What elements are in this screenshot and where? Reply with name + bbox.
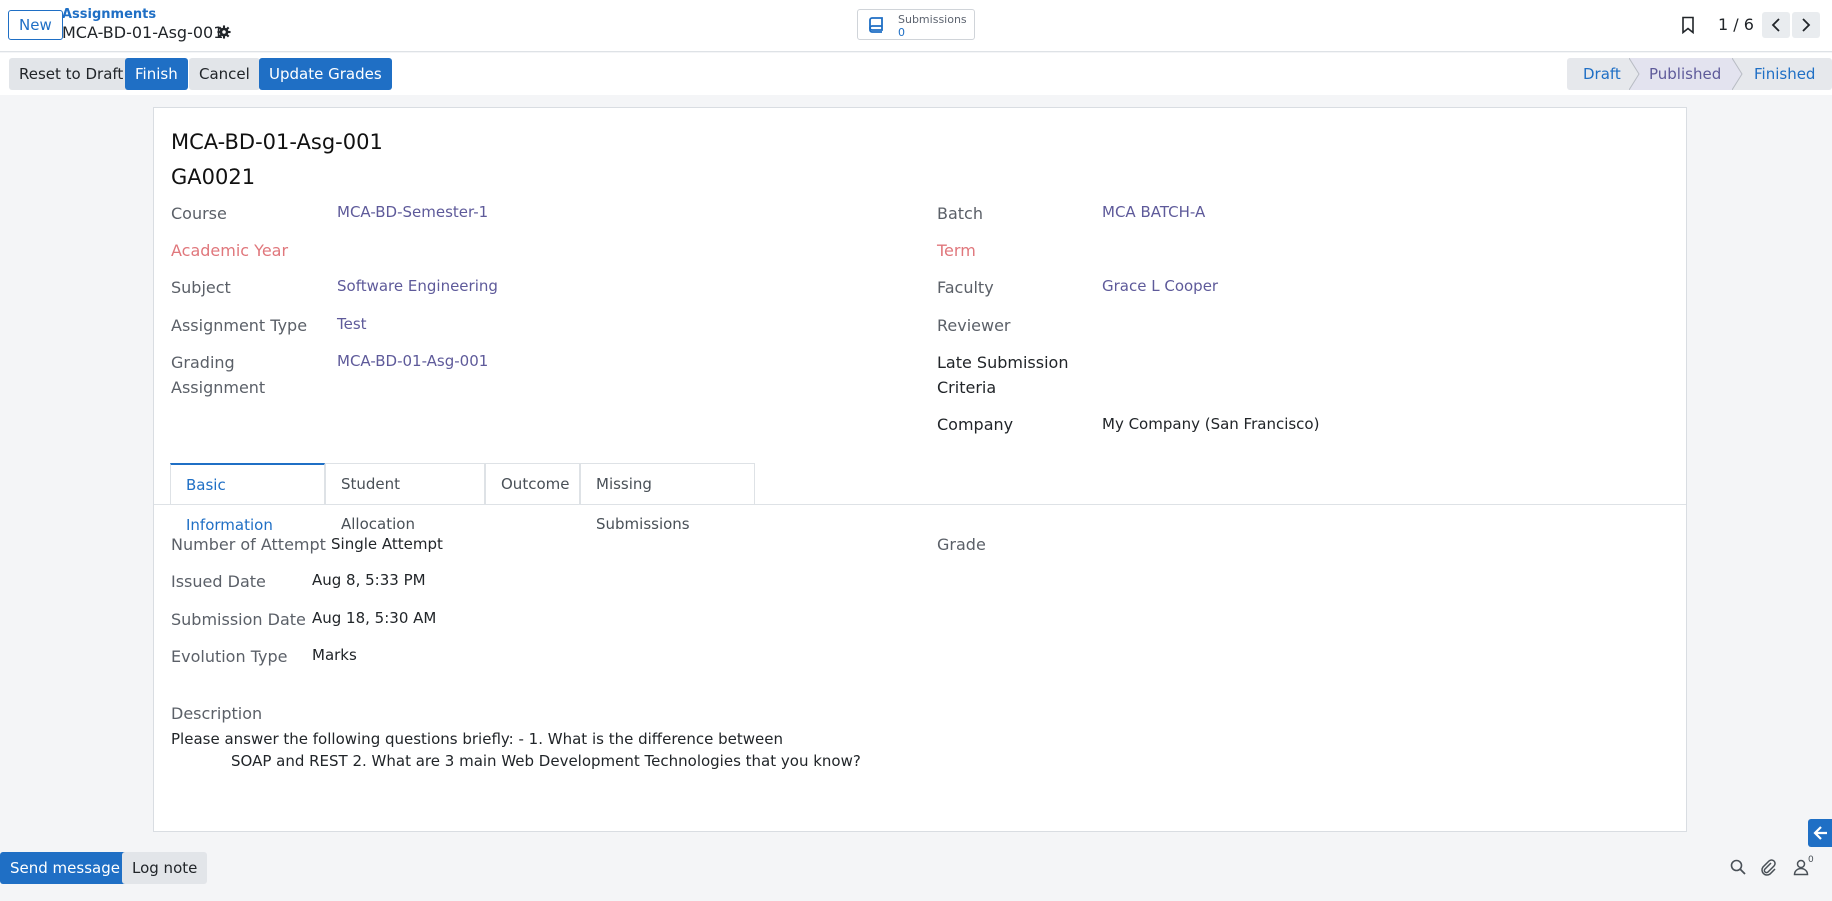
submissions-count: 0 <box>898 26 905 39</box>
status-bar: Reset to Draft Finish Cancel Update Grad… <box>0 53 1832 95</box>
record-code[interactable]: GA0021 <box>171 165 255 189</box>
tab-divider <box>154 504 1686 505</box>
tab-basic-information[interactable]: Basic Information <box>170 463 325 534</box>
stage-separator-icon <box>1629 58 1640 90</box>
stage-separator-icon <box>1732 58 1743 90</box>
batch-label: Batch <box>937 204 983 223</box>
stage-draft[interactable]: Draft <box>1567 58 1629 90</box>
course-field[interactable]: MCA-BD-Semester-1 <box>337 203 488 221</box>
batch-field[interactable]: MCA BATCH-A <box>1102 203 1205 221</box>
academic-year-field[interactable] <box>337 238 837 262</box>
number-of-attempt-label: Number of Attempt <box>171 535 326 554</box>
academic-year-label: Academic Year <box>171 241 289 260</box>
description-line-1: Please answer the following questions br… <box>171 730 784 748</box>
description-field[interactable]: Please answer the following questions br… <box>171 728 1071 772</box>
reviewer-label: Reviewer <box>937 316 1011 335</box>
grading-assignment-field[interactable]: MCA-BD-01-Asg-001 <box>337 352 488 370</box>
finish-button[interactable]: Finish <box>125 58 188 90</box>
faculty-field[interactable]: Grace L Cooper <box>1102 277 1218 295</box>
company-label: Company <box>937 415 1014 434</box>
term-field[interactable] <box>1102 238 1602 262</box>
submissions-label: Submissions <box>898 13 967 26</box>
form-sheet: MCA-BD-01-Asg-001 GA0021 Course MCA-BD-S… <box>153 107 1687 832</box>
assignment-type-field[interactable]: Test <box>337 315 367 333</box>
grade-label: Grade <box>937 535 986 554</box>
stage-published[interactable]: Published <box>1629 58 1732 90</box>
late-submission-label-line1: Late Submission <box>937 353 1069 372</box>
company-field[interactable]: My Company (San Francisco) <box>1102 415 1319 433</box>
evolution-type-label: Evolution Type <box>171 647 288 666</box>
grading-assignment-label-line2: Assignment <box>171 378 266 397</box>
grade-field[interactable] <box>1102 532 1602 556</box>
pager-value[interactable]: 1 / 6 <box>1718 15 1754 34</box>
paperclip-icon[interactable] <box>1759 858 1777 876</box>
pager-previous-button[interactable] <box>1762 12 1790 38</box>
tab-missing-submissions[interactable]: Missing Submissions <box>580 463 755 533</box>
subject-field[interactable]: Software Engineering <box>337 277 498 295</box>
late-submission-label-line2: Criteria <box>937 378 997 397</box>
breadcrumb-assignments[interactable]: Assignments <box>62 7 156 22</box>
issued-date-field[interactable]: Aug 8, 5:33 PM <box>312 571 426 589</box>
chatter-toggle-button[interactable] <box>1808 819 1832 847</box>
evolution-type-field[interactable]: Marks <box>312 646 357 664</box>
pager-next-button[interactable] <box>1792 12 1820 38</box>
submissions-smart-button[interactable]: Submissions 0 <box>857 9 975 40</box>
cancel-button[interactable]: Cancel <box>189 58 260 90</box>
bookmark-icon[interactable] <box>1681 16 1695 34</box>
search-icon[interactable] <box>1729 858 1747 876</box>
gear-icon[interactable] <box>217 25 231 39</box>
grading-assignment-label-line1: Grading <box>171 353 235 372</box>
submission-date-field[interactable]: Aug 18, 5:30 AM <box>312 609 436 627</box>
breadcrumb-current-record: MCA-BD-01-Asg-001 <box>62 23 224 42</box>
log-note-button[interactable]: Log note <box>122 852 208 884</box>
book-icon <box>869 17 883 33</box>
number-of-attempt-field[interactable]: Single Attempt <box>331 523 443 565</box>
course-label: Course <box>171 204 227 223</box>
description-line-2: SOAP and REST 2. What are 3 main Web Dev… <box>231 752 861 770</box>
control-panel: New Assignments MCA-BD-01-Asg-001 Submis… <box>0 0 1832 52</box>
description-label: Description <box>171 704 263 723</box>
chevron-left-icon <box>1771 18 1780 32</box>
faculty-label: Faculty <box>937 278 994 297</box>
subject-label: Subject <box>171 278 231 297</box>
tab-student-allocation[interactable]: Student Allocation <box>325 463 485 533</box>
submission-date-label: Submission Date <box>171 610 306 629</box>
new-button[interactable]: New <box>8 10 63 40</box>
reset-to-draft-button[interactable]: Reset to Draft <box>9 58 134 90</box>
reviewer-field[interactable] <box>1102 313 1602 337</box>
assignment-type-label: Assignment Type <box>171 316 308 335</box>
arrow-left-icon <box>1813 826 1827 840</box>
send-message-button[interactable]: Send message <box>0 852 130 884</box>
record-name[interactable]: MCA-BD-01-Asg-001 <box>171 130 383 154</box>
tab-outcome[interactable]: Outcome <box>485 463 580 505</box>
late-submission-field[interactable] <box>1102 350 1602 374</box>
chevron-right-icon <box>1802 18 1811 32</box>
stage-finished[interactable]: Finished <box>1732 58 1832 90</box>
term-label: Term <box>937 241 976 260</box>
issued-date-label: Issued Date <box>171 572 266 591</box>
follower-count: 0 <box>1808 855 1814 865</box>
update-grades-button[interactable]: Update Grades <box>259 58 392 90</box>
